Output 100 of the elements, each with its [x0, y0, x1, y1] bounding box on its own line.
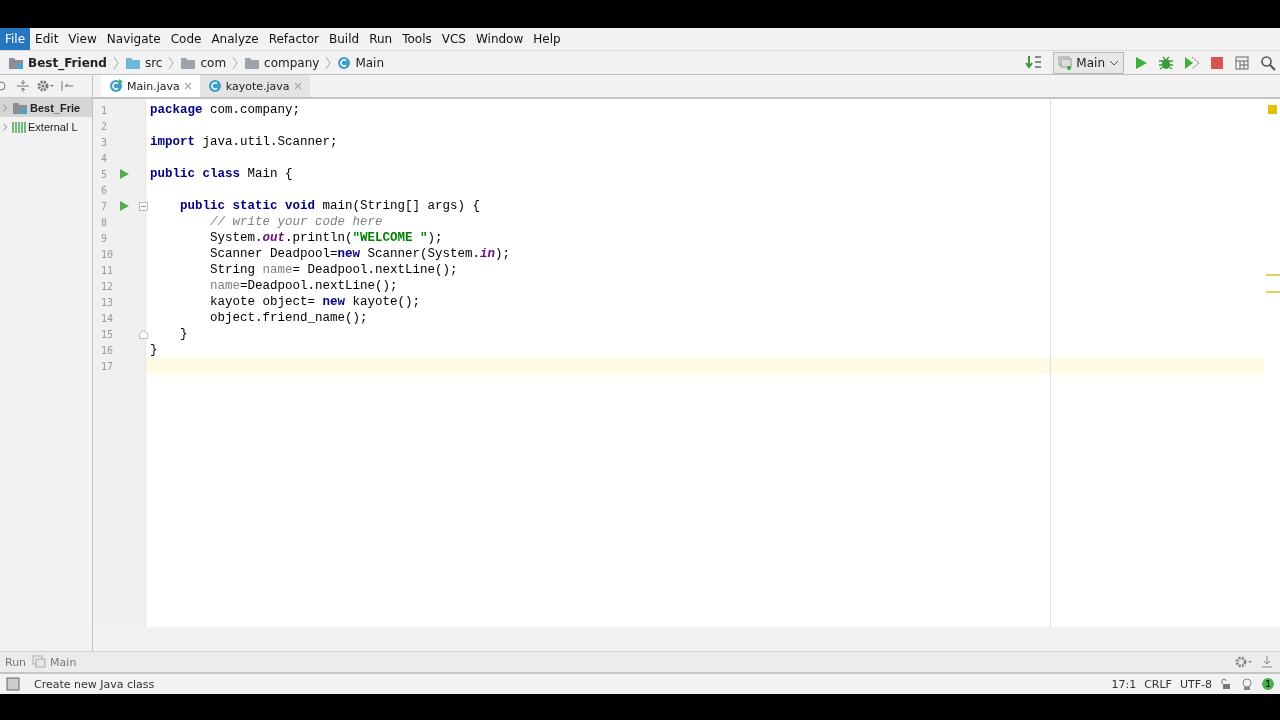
chevron-icon — [232, 55, 239, 70]
close-icon[interactable] — [293, 82, 302, 90]
code-line: kayote object= new kayote(); — [209, 294, 422, 310]
window-icon — [1058, 55, 1073, 70]
menu-item[interactable]: VCS — [436, 28, 471, 50]
breadcrumb[interactable]: Best_Friend — [28, 55, 107, 70]
collapse-icon[interactable] — [16, 79, 30, 93]
code-line: System.out.println("WELCOME "); — [209, 230, 444, 246]
code-line: // write your code here — [209, 214, 384, 230]
cursor-position[interactable]: 17:1 — [1111, 677, 1137, 691]
line-separator-selector[interactable]: CRLF — [1144, 677, 1172, 691]
tree-item[interactable]: External L — [28, 120, 78, 133]
breadcrumb[interactable]: com — [200, 55, 227, 70]
breadcrumb[interactable]: Main — [355, 55, 385, 70]
chevron-icon[interactable] — [0, 121, 10, 132]
coverage-icon[interactable] — [1184, 54, 1200, 71]
line-number: 10 — [100, 248, 115, 260]
menu-item[interactable]: Refactor — [263, 28, 325, 50]
code-line: public class Main { — [149, 166, 294, 182]
source-folder-icon — [124, 55, 141, 70]
warning-marker[interactable] — [1266, 291, 1280, 293]
folder-icon — [244, 55, 261, 70]
debug-icon[interactable] — [1158, 54, 1174, 71]
search-icon[interactable] — [1260, 54, 1276, 71]
line-number: 16 — [100, 344, 115, 356]
line-number: 5 — [100, 168, 109, 180]
library-icon — [12, 120, 26, 133]
line-number: 17 — [100, 360, 115, 372]
menu-item[interactable]: Window — [470, 28, 529, 50]
line-number: 11 — [100, 264, 115, 276]
menu-item[interactable]: File — [0, 28, 31, 50]
project-folder-icon — [8, 55, 24, 70]
code-line: Scanner Deadpool=new Scanner(System.in); — [209, 246, 512, 262]
run-gutter-icon[interactable] — [120, 201, 129, 211]
lock-icon[interactable] — [1220, 678, 1232, 690]
code-line: String name= Deadpool.nextLine(); — [209, 262, 459, 278]
menu-item[interactable]: Navigate — [101, 28, 166, 50]
class-icon — [207, 79, 222, 93]
line-number: 8 — [100, 216, 109, 228]
stop-icon[interactable] — [1210, 55, 1224, 70]
folder-icon — [180, 55, 197, 70]
line-number: 1 — [100, 104, 109, 116]
menu-item[interactable]: Tools — [397, 28, 437, 50]
line-number: 12 — [100, 280, 115, 292]
code-line: package com.company; — [149, 102, 302, 118]
close-icon[interactable] — [183, 82, 192, 90]
status-message: Create new Java class — [34, 677, 155, 691]
class-icon — [337, 55, 352, 70]
menu-item[interactable]: Analyze — [206, 28, 264, 50]
code-line: } — [149, 342, 159, 358]
minimize-icon[interactable] — [1260, 655, 1274, 669]
project-structure-icon[interactable] — [1234, 54, 1250, 71]
build-icon[interactable] — [1025, 54, 1044, 71]
hide-panel-icon[interactable] — [60, 79, 74, 93]
fold-end-icon[interactable] — [139, 330, 148, 339]
warning-marker[interactable] — [1266, 274, 1280, 276]
inspector-icon[interactable] — [1240, 677, 1254, 691]
settings-icon[interactable] — [1234, 655, 1254, 669]
class-icon — [109, 79, 123, 93]
code-line: import java.util.Scanner; — [149, 134, 339, 150]
run-tab[interactable]: Main — [32, 655, 77, 669]
line-number: 14 — [100, 312, 115, 324]
menu-item[interactable]: Code — [165, 28, 207, 50]
menu-item[interactable]: Run — [364, 28, 398, 50]
menu-item[interactable]: Edit — [30, 28, 64, 50]
code-line: name=Deadpool.nextLine(); — [209, 278, 399, 294]
code-line: object.friend_name(); — [209, 310, 369, 326]
line-number: 15 — [100, 328, 115, 340]
line-number: 6 — [100, 184, 109, 196]
panel-toggle-icon[interactable] — [6, 677, 20, 691]
menu-item[interactable]: View — [63, 28, 102, 50]
code-line: public static void main(String[] args) { — [179, 198, 482, 214]
chevron-icon — [325, 55, 332, 70]
settings-icon[interactable] — [36, 79, 54, 93]
run-configuration-dropdown[interactable]: Main — [1053, 51, 1124, 74]
line-number: 2 — [100, 120, 109, 132]
line-number: 3 — [100, 136, 109, 148]
fold-icon[interactable] — [139, 202, 148, 211]
tool-window-label[interactable]: Run — [5, 655, 27, 669]
line-number: 13 — [100, 296, 115, 308]
encoding-selector[interactable]: UTF-8 — [1179, 677, 1212, 691]
chevron-icon[interactable] — [0, 102, 10, 113]
run-gutter-icon[interactable] — [120, 169, 129, 179]
menu-item[interactable]: Help — [528, 28, 566, 50]
breadcrumb[interactable]: company — [264, 55, 320, 70]
code-line: } — [179, 326, 189, 342]
notification-badge[interactable]: 1 — [1262, 678, 1274, 690]
line-number: 9 — [100, 232, 109, 244]
run-icon[interactable] — [1134, 55, 1148, 70]
chevron-icon — [168, 55, 175, 70]
line-number: 4 — [100, 152, 109, 164]
menu-item[interactable]: Build — [324, 28, 365, 50]
caret-icon — [1109, 58, 1119, 67]
window-icon — [32, 655, 47, 669]
editor-tab[interactable]: Main.java — [101, 75, 200, 97]
editor-tab[interactable]: kayote.java — [199, 75, 310, 97]
line-number: 7 — [100, 200, 109, 212]
chevron-icon — [112, 55, 119, 70]
project-folder-icon — [12, 100, 28, 115]
breadcrumb[interactable]: src — [144, 55, 163, 70]
